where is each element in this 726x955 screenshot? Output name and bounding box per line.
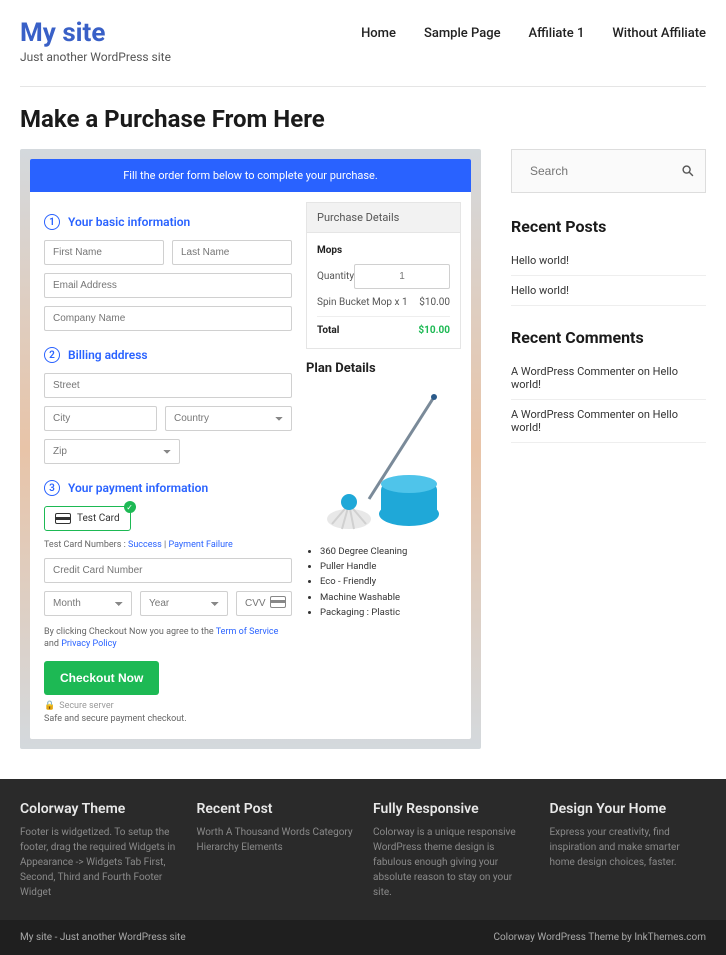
bullet-item: 360 Degree Cleaning [320,544,461,559]
section-billing-label: Billing address [68,348,148,362]
plan-details-title: Plan Details [306,361,461,376]
cc-month-select[interactable]: Month [44,591,132,616]
zip-select[interactable]: Zip [44,439,180,464]
bullet-item: Eco - Friendly [320,574,461,589]
site-title[interactable]: My site [20,18,171,48]
search-box[interactable] [511,149,706,193]
page-title: Make a Purchase From Here [20,105,706,133]
qty-label: Quantity [317,271,354,282]
secure-server: 🔒Secure server [44,701,292,711]
card-icon [55,513,71,524]
test-card-label: Test Card [77,513,120,524]
purchase-item: Mops [317,241,450,260]
section-basic-info-label: Your basic information [68,215,190,229]
section-payment-label: Your payment information [68,481,208,495]
recent-posts-title: Recent Posts [511,217,706,236]
purchase-total: Total$10.00 [317,321,450,340]
last-name-field[interactable] [172,240,292,265]
list-item[interactable]: A WordPress Commenter on Hello world! [511,400,706,443]
product-image [306,384,461,544]
test-success-link[interactable]: Success [128,540,162,550]
purchase-qty-row: Quantity [317,260,450,293]
test-card-badge[interactable]: Test Card ✓ [44,506,131,531]
street-field[interactable] [44,373,292,398]
city-field[interactable] [44,406,157,431]
plan-bullets: 360 Degree Cleaning Puller Handle Eco - … [306,544,461,620]
recent-comments-title: Recent Comments [511,328,706,347]
nav-sample-page[interactable]: Sample Page [424,26,501,41]
country-select[interactable]: Country [165,406,292,431]
company-field[interactable] [44,306,292,331]
checkout-button[interactable]: Checkout Now [44,661,159,695]
search-input[interactable] [522,158,660,184]
agree-text: By clicking Checkout Now you agree to th… [44,626,292,651]
email-field[interactable] [44,273,292,298]
bullet-item: Packaging : Plastic [320,605,461,620]
check-icon: ✓ [124,501,136,513]
cc-year-select[interactable]: Year [140,591,228,616]
footer-left: My site - Just another WordPress site [20,932,186,943]
cc-number-field[interactable] [44,558,292,583]
site-tagline: Just another WordPress site [20,50,171,64]
recent-posts-list: Hello world! Hello world! [511,246,706,306]
nav-affiliate-1[interactable]: Affiliate 1 [529,26,585,41]
section-billing: 2Billing address [44,347,292,363]
footer-col-2: Recent PostWorth A Thousand Words Catego… [197,801,354,900]
main-nav: Home Sample Page Affiliate 1 Without Aff… [361,18,706,41]
footer-col-4: Design Your HomeExpress your creativity,… [550,801,707,900]
list-item[interactable]: A WordPress Commenter on Hello world! [511,357,706,400]
site-logo: My site Just another WordPress site [20,18,171,64]
nav-home[interactable]: Home [361,26,396,41]
order-banner: Fill the order form below to complete yo… [30,159,471,192]
test-failure-link[interactable]: Payment Failure [168,540,232,550]
test-card-note: Test Card Numbers : Success | Payment Fa… [44,539,292,552]
list-item[interactable]: Hello world! [511,276,706,306]
lock-icon: 🔒 [44,701,55,711]
card-back-icon [270,596,286,608]
header-divider [20,86,706,87]
order-form-wrap: Fill the order form below to complete yo… [20,149,481,749]
nav-without-affiliate[interactable]: Without Affiliate [612,26,706,41]
search-icon[interactable] [681,164,695,178]
section-basic-info: 1Your basic information [44,214,292,230]
footer-col-1: Colorway ThemeFooter is widgetized. To s… [20,801,177,900]
list-item[interactable]: Hello world! [511,246,706,276]
footer-right: Colorway WordPress Theme by InkThemes.co… [493,932,706,943]
section-payment: 3Your payment information [44,480,292,496]
purchase-details-head: Purchase Details [306,202,461,233]
bullet-item: Puller Handle [320,559,461,574]
privacy-link[interactable]: Privacy Policy [61,639,116,649]
recent-comments-list: A WordPress Commenter on Hello world! A … [511,357,706,443]
first-name-field[interactable] [44,240,164,265]
tos-link[interactable]: Term of Service [216,627,279,637]
qty-input[interactable] [354,264,450,289]
purchase-line: Spin Bucket Mop x 1$10.00 [317,293,450,312]
bullet-item: Machine Washable [320,590,461,605]
footer-col-3: Fully ResponsiveColorway is a unique res… [373,801,530,900]
safe-text: Safe and secure payment checkout. [44,713,292,726]
